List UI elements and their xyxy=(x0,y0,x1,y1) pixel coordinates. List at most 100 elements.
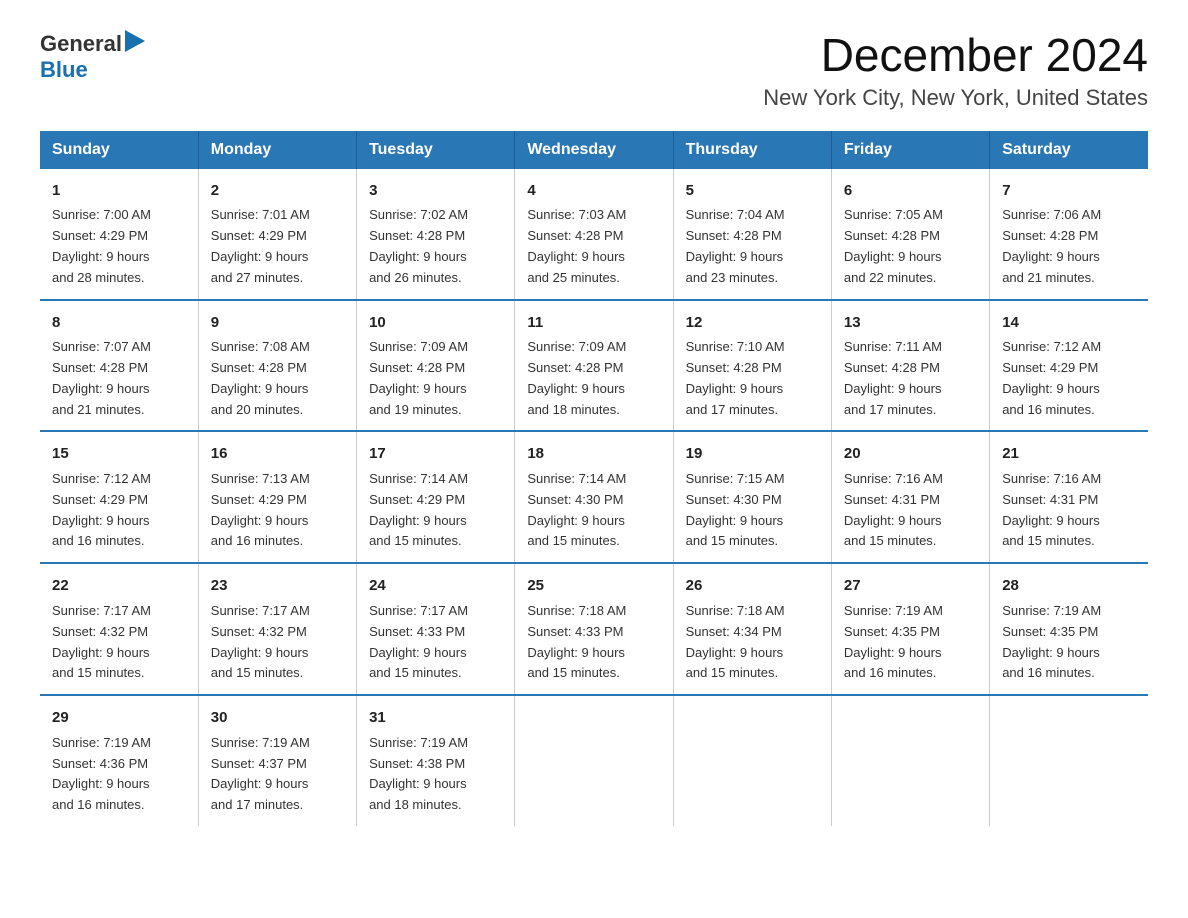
calendar-cell-w1-d2: 2 Sunrise: 7:01 AMSunset: 4:29 PMDayligh… xyxy=(198,169,356,300)
calendar-cell-w3-d7: 21 Sunrise: 7:16 AMSunset: 4:31 PMDaylig… xyxy=(990,431,1148,563)
calendar-cell-w5-d6 xyxy=(831,695,989,826)
calendar-week-1: 1 Sunrise: 7:00 AMSunset: 4:29 PMDayligh… xyxy=(40,169,1148,300)
day-number: 5 xyxy=(686,179,819,202)
day-info: Sunrise: 7:14 AMSunset: 4:30 PMDaylight:… xyxy=(527,471,626,549)
day-info: Sunrise: 7:19 AMSunset: 4:38 PMDaylight:… xyxy=(369,735,468,813)
day-info: Sunrise: 7:19 AMSunset: 4:36 PMDaylight:… xyxy=(52,735,151,813)
calendar-cell-w1-d4: 4 Sunrise: 7:03 AMSunset: 4:28 PMDayligh… xyxy=(515,169,673,300)
day-number: 26 xyxy=(686,574,819,597)
day-info: Sunrise: 7:10 AMSunset: 4:28 PMDaylight:… xyxy=(686,339,785,417)
col-thursday: Thursday xyxy=(673,131,831,169)
day-info: Sunrise: 7:04 AMSunset: 4:28 PMDaylight:… xyxy=(686,207,785,285)
day-info: Sunrise: 7:01 AMSunset: 4:29 PMDaylight:… xyxy=(211,207,310,285)
page-header: General Blue December 2024 New York City… xyxy=(40,30,1148,111)
calendar-cell-w5-d1: 29 Sunrise: 7:19 AMSunset: 4:36 PMDaylig… xyxy=(40,695,198,826)
calendar-subtitle: New York City, New York, United States xyxy=(763,85,1148,111)
day-number: 29 xyxy=(52,706,186,729)
day-number: 18 xyxy=(527,442,660,465)
calendar-cell-w2-d3: 10 Sunrise: 7:09 AMSunset: 4:28 PMDaylig… xyxy=(357,300,515,432)
calendar-cell-w3-d1: 15 Sunrise: 7:12 AMSunset: 4:29 PMDaylig… xyxy=(40,431,198,563)
calendar-cell-w2-d5: 12 Sunrise: 7:10 AMSunset: 4:28 PMDaylig… xyxy=(673,300,831,432)
day-info: Sunrise: 7:17 AMSunset: 4:32 PMDaylight:… xyxy=(52,603,151,681)
day-number: 30 xyxy=(211,706,344,729)
day-info: Sunrise: 7:00 AMSunset: 4:29 PMDaylight:… xyxy=(52,207,151,285)
calendar-cell-w3-d6: 20 Sunrise: 7:16 AMSunset: 4:31 PMDaylig… xyxy=(831,431,989,563)
col-saturday: Saturday xyxy=(990,131,1148,169)
col-monday: Monday xyxy=(198,131,356,169)
col-wednesday: Wednesday xyxy=(515,131,673,169)
calendar-cell-w2-d2: 9 Sunrise: 7:08 AMSunset: 4:28 PMDayligh… xyxy=(198,300,356,432)
calendar-week-3: 15 Sunrise: 7:12 AMSunset: 4:29 PMDaylig… xyxy=(40,431,1148,563)
calendar-cell-w5-d5 xyxy=(673,695,831,826)
day-info: Sunrise: 7:14 AMSunset: 4:29 PMDaylight:… xyxy=(369,471,468,549)
day-number: 28 xyxy=(1002,574,1136,597)
calendar-cell-w1-d3: 3 Sunrise: 7:02 AMSunset: 4:28 PMDayligh… xyxy=(357,169,515,300)
logo-blue-text: Blue xyxy=(40,57,88,82)
day-info: Sunrise: 7:05 AMSunset: 4:28 PMDaylight:… xyxy=(844,207,943,285)
day-info: Sunrise: 7:08 AMSunset: 4:28 PMDaylight:… xyxy=(211,339,310,417)
calendar-cell-w5-d2: 30 Sunrise: 7:19 AMSunset: 4:37 PMDaylig… xyxy=(198,695,356,826)
day-number: 13 xyxy=(844,311,977,334)
day-number: 27 xyxy=(844,574,977,597)
day-number: 15 xyxy=(52,442,186,465)
day-info: Sunrise: 7:09 AMSunset: 4:28 PMDaylight:… xyxy=(527,339,626,417)
day-info: Sunrise: 7:11 AMSunset: 4:28 PMDaylight:… xyxy=(844,339,942,417)
day-info: Sunrise: 7:19 AMSunset: 4:35 PMDaylight:… xyxy=(844,603,943,681)
calendar-cell-w3-d3: 17 Sunrise: 7:14 AMSunset: 4:29 PMDaylig… xyxy=(357,431,515,563)
day-number: 25 xyxy=(527,574,660,597)
day-info: Sunrise: 7:19 AMSunset: 4:35 PMDaylight:… xyxy=(1002,603,1101,681)
day-number: 14 xyxy=(1002,311,1136,334)
calendar-cell-w4-d1: 22 Sunrise: 7:17 AMSunset: 4:32 PMDaylig… xyxy=(40,563,198,695)
calendar-cell-w3-d5: 19 Sunrise: 7:15 AMSunset: 4:30 PMDaylig… xyxy=(673,431,831,563)
day-number: 3 xyxy=(369,179,502,202)
calendar-cell-w1-d7: 7 Sunrise: 7:06 AMSunset: 4:28 PMDayligh… xyxy=(990,169,1148,300)
calendar-cell-w5-d7 xyxy=(990,695,1148,826)
day-info: Sunrise: 7:16 AMSunset: 4:31 PMDaylight:… xyxy=(844,471,943,549)
col-friday: Friday xyxy=(831,131,989,169)
calendar-week-5: 29 Sunrise: 7:19 AMSunset: 4:36 PMDaylig… xyxy=(40,695,1148,826)
day-info: Sunrise: 7:02 AMSunset: 4:28 PMDaylight:… xyxy=(369,207,468,285)
day-info: Sunrise: 7:17 AMSunset: 4:32 PMDaylight:… xyxy=(211,603,310,681)
calendar-cell-w2-d7: 14 Sunrise: 7:12 AMSunset: 4:29 PMDaylig… xyxy=(990,300,1148,432)
day-number: 7 xyxy=(1002,179,1136,202)
calendar-week-4: 22 Sunrise: 7:17 AMSunset: 4:32 PMDaylig… xyxy=(40,563,1148,695)
logo-arrow-icon xyxy=(125,30,145,57)
calendar-cell-w2-d1: 8 Sunrise: 7:07 AMSunset: 4:28 PMDayligh… xyxy=(40,300,198,432)
calendar-cell-w4-d4: 25 Sunrise: 7:18 AMSunset: 4:33 PMDaylig… xyxy=(515,563,673,695)
day-number: 6 xyxy=(844,179,977,202)
calendar-cell-w5-d3: 31 Sunrise: 7:19 AMSunset: 4:38 PMDaylig… xyxy=(357,695,515,826)
calendar-cell-w3-d4: 18 Sunrise: 7:14 AMSunset: 4:30 PMDaylig… xyxy=(515,431,673,563)
calendar-cell-w4-d7: 28 Sunrise: 7:19 AMSunset: 4:35 PMDaylig… xyxy=(990,563,1148,695)
day-number: 20 xyxy=(844,442,977,465)
day-info: Sunrise: 7:13 AMSunset: 4:29 PMDaylight:… xyxy=(211,471,310,549)
calendar-cell-w2-d4: 11 Sunrise: 7:09 AMSunset: 4:28 PMDaylig… xyxy=(515,300,673,432)
logo-general-text: General xyxy=(40,31,122,57)
calendar-title: December 2024 xyxy=(763,30,1148,81)
calendar-cell-w5-d4 xyxy=(515,695,673,826)
day-number: 17 xyxy=(369,442,502,465)
calendar-cell-w4-d3: 24 Sunrise: 7:17 AMSunset: 4:33 PMDaylig… xyxy=(357,563,515,695)
calendar-cell-w1-d1: 1 Sunrise: 7:00 AMSunset: 4:29 PMDayligh… xyxy=(40,169,198,300)
day-info: Sunrise: 7:17 AMSunset: 4:33 PMDaylight:… xyxy=(369,603,468,681)
day-info: Sunrise: 7:06 AMSunset: 4:28 PMDaylight:… xyxy=(1002,207,1101,285)
day-number: 21 xyxy=(1002,442,1136,465)
day-info: Sunrise: 7:07 AMSunset: 4:28 PMDaylight:… xyxy=(52,339,151,417)
calendar-cell-w3-d2: 16 Sunrise: 7:13 AMSunset: 4:29 PMDaylig… xyxy=(198,431,356,563)
calendar-header-row: Sunday Monday Tuesday Wednesday Thursday… xyxy=(40,131,1148,169)
day-number: 12 xyxy=(686,311,819,334)
calendar-table: Sunday Monday Tuesday Wednesday Thursday… xyxy=(40,131,1148,827)
day-number: 10 xyxy=(369,311,502,334)
day-number: 24 xyxy=(369,574,502,597)
day-info: Sunrise: 7:18 AMSunset: 4:33 PMDaylight:… xyxy=(527,603,626,681)
calendar-cell-w4-d2: 23 Sunrise: 7:17 AMSunset: 4:32 PMDaylig… xyxy=(198,563,356,695)
calendar-cell-w1-d6: 6 Sunrise: 7:05 AMSunset: 4:28 PMDayligh… xyxy=(831,169,989,300)
calendar-week-2: 8 Sunrise: 7:07 AMSunset: 4:28 PMDayligh… xyxy=(40,300,1148,432)
day-info: Sunrise: 7:12 AMSunset: 4:29 PMDaylight:… xyxy=(1002,339,1101,417)
day-info: Sunrise: 7:09 AMSunset: 4:28 PMDaylight:… xyxy=(369,339,468,417)
calendar-cell-w4-d6: 27 Sunrise: 7:19 AMSunset: 4:35 PMDaylig… xyxy=(831,563,989,695)
day-info: Sunrise: 7:18 AMSunset: 4:34 PMDaylight:… xyxy=(686,603,785,681)
day-number: 22 xyxy=(52,574,186,597)
day-number: 8 xyxy=(52,311,186,334)
day-number: 1 xyxy=(52,179,186,202)
col-tuesday: Tuesday xyxy=(357,131,515,169)
